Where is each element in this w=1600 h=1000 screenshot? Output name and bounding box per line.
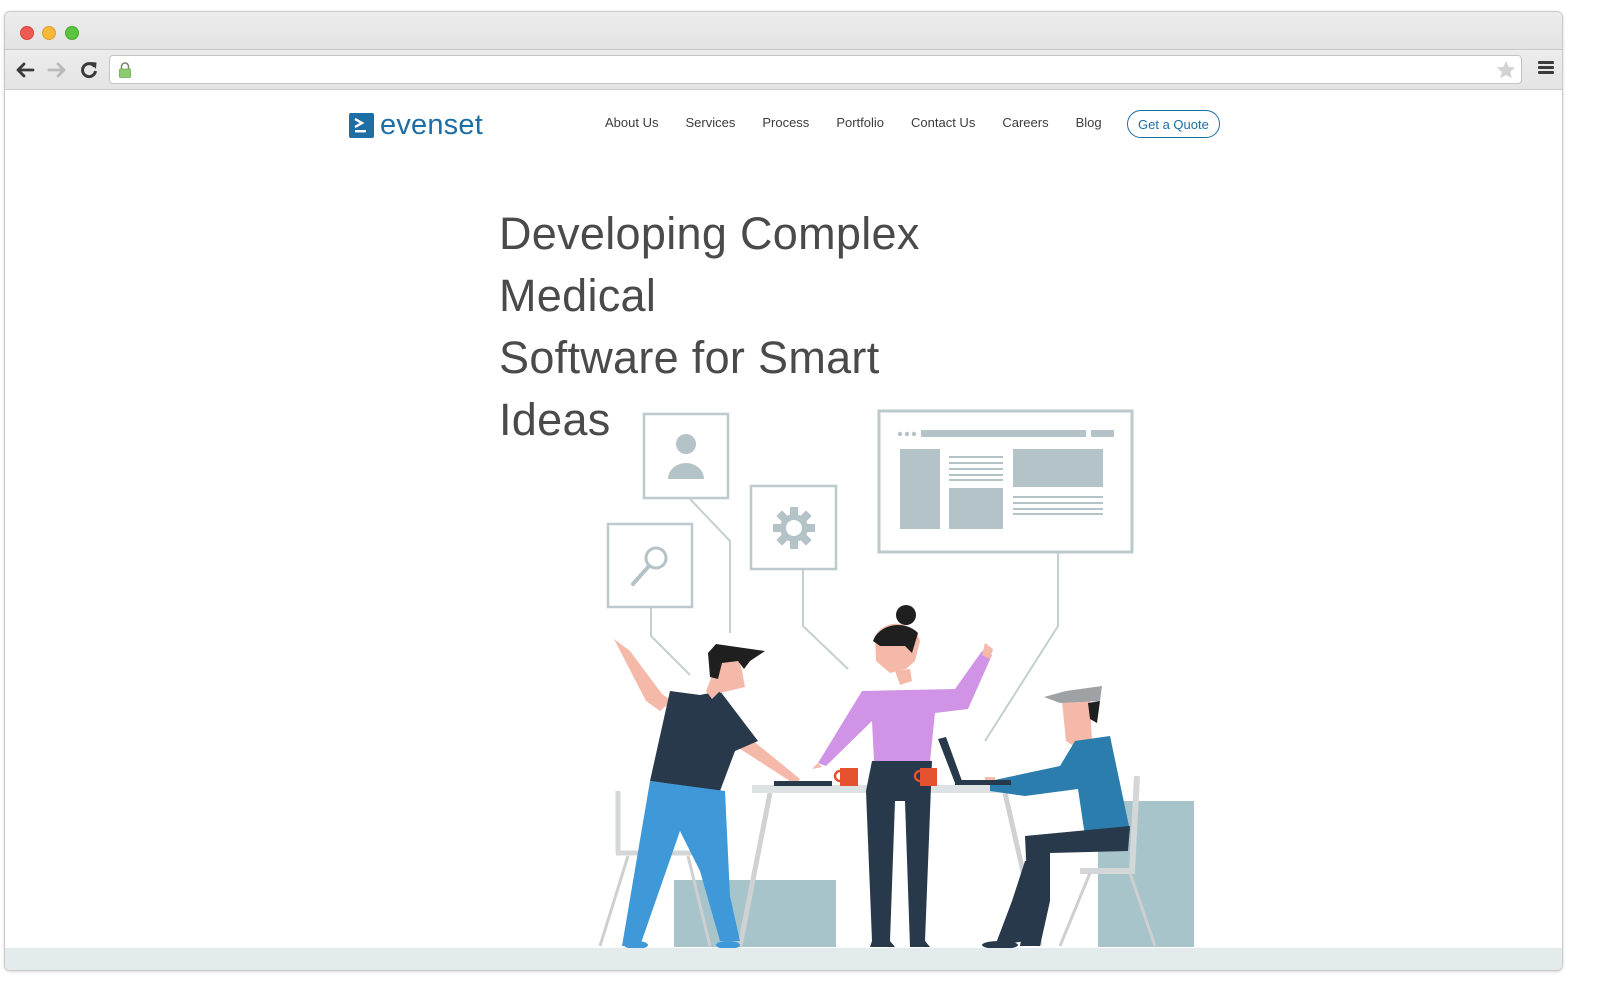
hero-title-line: Developing Complex bbox=[499, 208, 920, 259]
laptop-left bbox=[774, 781, 832, 786]
close-window-button[interactable] bbox=[20, 26, 34, 40]
hamburger-menu-icon[interactable] bbox=[1538, 61, 1554, 77]
browser-toolbar bbox=[5, 50, 1562, 90]
reload-icon bbox=[81, 62, 97, 79]
gear-icon bbox=[773, 507, 815, 549]
arrow-right-icon bbox=[47, 62, 66, 78]
person-middle bbox=[812, 605, 993, 947]
hero-title-line: Medical bbox=[499, 270, 657, 321]
web-page: evenset About Us Services Process Portfo… bbox=[5, 91, 1562, 970]
laptop-right bbox=[938, 737, 1011, 785]
hero-title-line: Software for Smart bbox=[499, 332, 880, 383]
forward-button[interactable] bbox=[45, 58, 69, 82]
maximize-window-button[interactable] bbox=[65, 26, 79, 40]
lock-icon bbox=[119, 62, 131, 78]
background-box-left bbox=[674, 880, 836, 947]
minimize-window-button[interactable] bbox=[42, 26, 56, 40]
browser-window: evenset About Us Services Process Portfo… bbox=[4, 11, 1563, 971]
search-card bbox=[606, 522, 694, 609]
hero-title-line: Ideas bbox=[499, 394, 611, 445]
section-divider-strip bbox=[5, 948, 1562, 970]
star-icon[interactable] bbox=[1495, 59, 1517, 81]
reload-button[interactable] bbox=[77, 58, 101, 82]
address-bar[interactable] bbox=[109, 55, 1522, 84]
hero-title: Developing Complex Medical Software for … bbox=[499, 203, 959, 451]
back-button[interactable] bbox=[13, 58, 37, 82]
title-bar bbox=[5, 12, 1562, 50]
settings-card bbox=[749, 484, 838, 571]
arrow-left-icon bbox=[16, 62, 35, 78]
coffee-mug-left bbox=[833, 768, 858, 786]
